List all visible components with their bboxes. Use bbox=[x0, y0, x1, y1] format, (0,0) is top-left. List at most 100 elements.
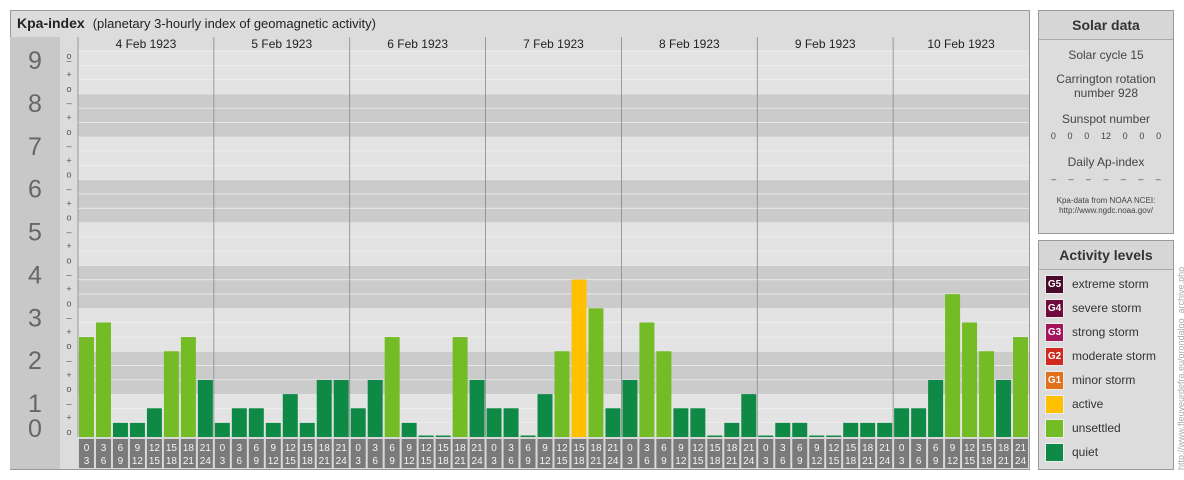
interval-start-label: 18 bbox=[590, 443, 602, 454]
sunspot-value: 0 bbox=[1122, 131, 1128, 141]
kp-bar bbox=[197, 379, 213, 437]
minor-tick-mark: + bbox=[66, 413, 71, 423]
y-tick-label: 3 bbox=[28, 304, 42, 332]
y-tick-label: 5 bbox=[28, 219, 42, 247]
interval-end-label: 12 bbox=[675, 456, 687, 467]
minor-tick-mark: + bbox=[66, 284, 71, 294]
interval-start-label: 9 bbox=[271, 443, 277, 454]
solar-data-heading: Solar data bbox=[1039, 11, 1173, 40]
interval-end-label: 24 bbox=[336, 456, 348, 467]
minor-tick-mark: – bbox=[66, 141, 71, 151]
interval-start-label: 6 bbox=[389, 443, 395, 454]
interval-end-label: 15 bbox=[149, 456, 161, 467]
activity-levels-heading: Activity levels bbox=[1039, 241, 1173, 270]
sunspot-value: 0 bbox=[1156, 131, 1162, 141]
interval-start-label: 12 bbox=[964, 443, 976, 454]
kp-bar bbox=[163, 351, 179, 437]
level-label: quiet bbox=[1072, 445, 1099, 459]
interval-end-label: 24 bbox=[607, 456, 619, 467]
interval-end-label: 6 bbox=[508, 456, 514, 467]
interval-end-label: 24 bbox=[1015, 456, 1027, 467]
ap-value: – bbox=[1155, 174, 1161, 184]
interval-start-label: 12 bbox=[149, 443, 161, 454]
interval-start-label: 0 bbox=[763, 443, 769, 454]
minor-tick-mark: o bbox=[66, 384, 71, 394]
data-credit: Kpa-data from NOAA NCEI: http://www.ngdc… bbox=[1039, 196, 1173, 216]
minor-tick-mark: o bbox=[66, 427, 71, 437]
y-tick-label: 1 bbox=[28, 390, 42, 418]
level-swatch: G3 bbox=[1045, 322, 1064, 342]
kp-bar bbox=[231, 408, 247, 437]
interval-start-label: 0 bbox=[491, 443, 497, 454]
kp-bar bbox=[860, 422, 876, 437]
interval-start-label: 3 bbox=[101, 443, 107, 454]
activity-level-item: active bbox=[1045, 394, 1173, 414]
interval-start-label: 18 bbox=[183, 443, 195, 454]
interval-end-label: 3 bbox=[84, 456, 90, 467]
sunspot-heading: Sunspot number bbox=[1061, 112, 1151, 126]
y-tick-label: 6 bbox=[28, 176, 42, 204]
interval-start-label: 3 bbox=[644, 443, 650, 454]
interval-end-label: 12 bbox=[539, 456, 551, 467]
interval-end-label: 21 bbox=[862, 456, 874, 467]
interval-start-label: 0 bbox=[627, 443, 633, 454]
interval-start-label: 21 bbox=[743, 443, 755, 454]
kp-bar bbox=[775, 422, 791, 437]
interval-end-label: 15 bbox=[692, 456, 704, 467]
interval-end-label: 15 bbox=[964, 456, 976, 467]
interval-start-label: 6 bbox=[797, 443, 803, 454]
ap-heading: Daily Ap-index bbox=[1067, 155, 1145, 169]
interval-start-label: 9 bbox=[542, 443, 548, 454]
minor-tick-mark: + bbox=[66, 241, 71, 251]
interval-end-label: 18 bbox=[166, 456, 178, 467]
y-tick-label: 8 bbox=[28, 90, 42, 118]
chart-title: Kpa-index (planetary 3-hourly index of ge… bbox=[17, 15, 376, 31]
interval-start-label: 6 bbox=[661, 443, 667, 454]
interval-end-label: 18 bbox=[302, 456, 314, 467]
interval-end-label: 24 bbox=[743, 456, 755, 467]
day-label: 9 Feb 1923 bbox=[795, 37, 856, 51]
kp-bar bbox=[503, 408, 519, 437]
kp-bar bbox=[928, 379, 944, 437]
minor-tick-mark: + bbox=[66, 370, 71, 380]
kp-bar bbox=[265, 422, 281, 437]
sunspot-value: 0 bbox=[1050, 131, 1056, 141]
kp-bar bbox=[384, 337, 400, 437]
kp-bar bbox=[724, 422, 740, 437]
level-label: severe storm bbox=[1072, 301, 1142, 315]
ap-values: – – – – – – – bbox=[1039, 174, 1173, 184]
interval-start-label: 6 bbox=[525, 443, 531, 454]
interval-end-label: 18 bbox=[573, 456, 585, 467]
sunspot-value: 0 bbox=[1084, 131, 1090, 141]
level-swatch: G4 bbox=[1045, 298, 1064, 318]
interval-start-label: 15 bbox=[166, 443, 178, 454]
interval-end-label: 6 bbox=[780, 456, 786, 467]
activity-level-item: quiet bbox=[1045, 442, 1173, 462]
interval-start-label: 15 bbox=[709, 443, 721, 454]
interval-start-label: 0 bbox=[899, 443, 905, 454]
interval-end-label: 12 bbox=[811, 456, 823, 467]
kp-band bbox=[78, 136, 1029, 180]
interval-start-label: 15 bbox=[981, 443, 993, 454]
interval-end-label: 6 bbox=[101, 456, 107, 467]
interval-end-label: 12 bbox=[132, 456, 144, 467]
interval-end-label: 6 bbox=[916, 456, 922, 467]
interval-start-label: 3 bbox=[508, 443, 514, 454]
interval-start-label: 6 bbox=[933, 443, 939, 454]
sunspot-value: 0 bbox=[1067, 131, 1073, 141]
kp-bar bbox=[1013, 337, 1028, 437]
activity-level-item: G2 moderate storm bbox=[1045, 346, 1173, 366]
interval-end-label: 21 bbox=[726, 456, 738, 467]
kp-bar bbox=[299, 422, 315, 437]
minor-tick-mark: o bbox=[66, 255, 71, 265]
kp-bar bbox=[571, 279, 587, 437]
interval-end-label: 18 bbox=[438, 456, 450, 467]
y-tick-label: 4 bbox=[28, 261, 42, 289]
minor-tick-mark: + bbox=[66, 112, 71, 122]
level-swatch: G1 bbox=[1045, 370, 1064, 390]
interval-end-label: 12 bbox=[404, 456, 416, 467]
kp-band bbox=[78, 51, 1029, 94]
interval-end-label: 15 bbox=[421, 456, 433, 467]
kp-bar bbox=[554, 351, 570, 437]
interval-end-label: 9 bbox=[933, 456, 939, 467]
